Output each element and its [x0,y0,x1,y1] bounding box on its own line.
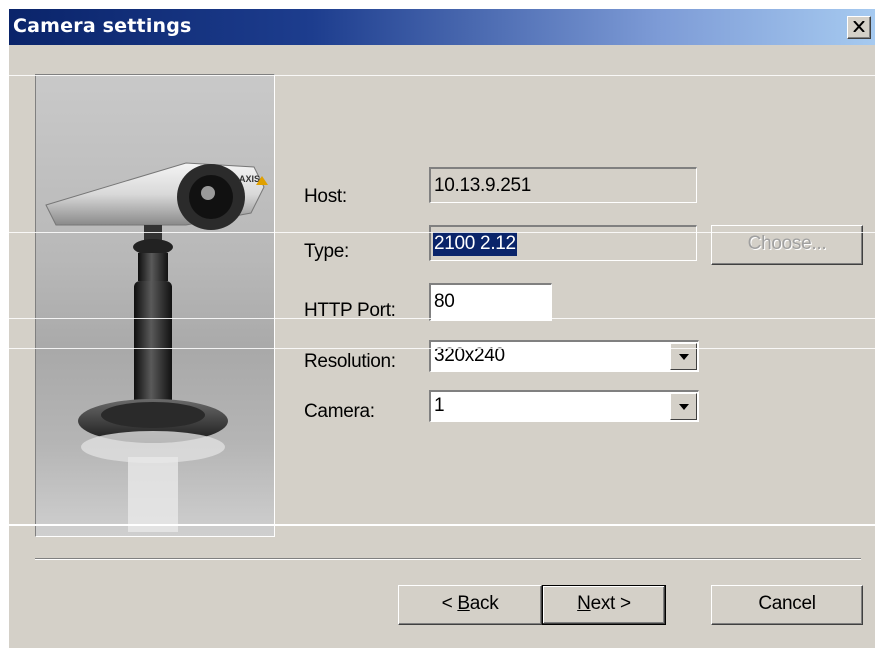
artifact-line [0,75,881,76]
dialog-title: Camera settings [13,15,192,37]
separator-line [35,558,861,560]
artifact-line [0,232,881,233]
camera-settings-dialog: Camera settings AXIS Host: 10.13.9.251 T… [8,9,875,648]
artifact-line [0,348,881,349]
type-label: Type: [304,241,349,262]
next-button-mnemonic: N [577,593,591,614]
back-button-rest: ack [469,593,499,614]
host-value: 10.13.9.251 [434,175,532,196]
title-bar[interactable]: Camera settings [9,9,875,45]
artifact-line [0,318,881,319]
camera-value: 1 [434,395,445,416]
type-value: 2100 2.12 [433,232,517,256]
next-button-rest: ext > [590,593,632,614]
http-port-field[interactable]: 80 [429,283,552,321]
camera-picture: AXIS [35,74,275,537]
camera-select[interactable]: 1 [429,390,699,422]
camera-dropdown-button[interactable] [670,393,697,420]
choose-button[interactable]: Choose... [711,225,863,265]
camera-label: Camera: [304,401,375,422]
close-button[interactable] [847,16,871,39]
artifact-line [0,524,881,526]
host-label: Host: [304,186,347,207]
cancel-button[interactable]: Cancel [711,585,863,625]
network-camera-image: AXIS [45,162,268,532]
close-icon [853,21,865,32]
resolution-select[interactable]: 320x240 [429,340,699,372]
http-port-value: 80 [434,291,455,312]
host-field[interactable]: 10.13.9.251 [429,167,697,203]
back-button-prefix: < [441,593,458,614]
resolution-label: Resolution: [304,351,396,372]
type-field[interactable]: 2100 2.12 [429,225,697,261]
chevron-down-icon [679,354,689,360]
chevron-down-icon [679,404,689,410]
next-button[interactable]: Next > [542,585,666,625]
back-button-mnemonic: B [457,593,470,614]
back-button[interactable]: < Back [398,585,542,625]
brand-logo-text: AXIS [239,174,260,184]
